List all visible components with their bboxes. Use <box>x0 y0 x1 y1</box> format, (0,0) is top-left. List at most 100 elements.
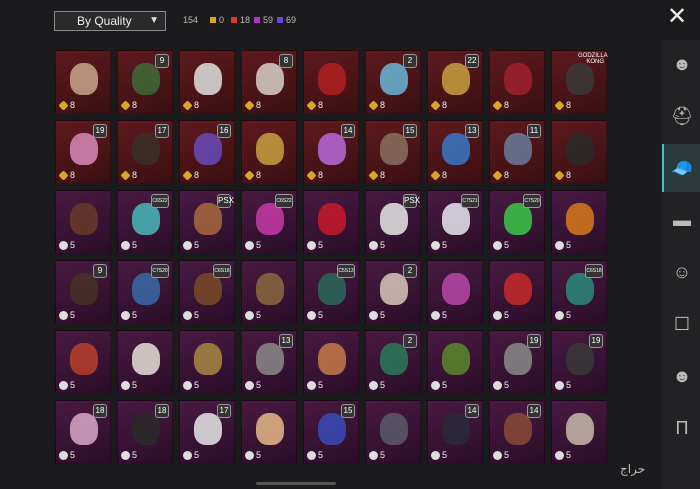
pants-tab[interactable]: Π <box>662 404 700 452</box>
item-badge: 14 <box>527 404 541 418</box>
cloud-icon <box>369 380 378 390</box>
item-quantity-value: 5 <box>70 450 76 460</box>
inventory-item[interactable]: C7S20 5 <box>117 260 173 324</box>
inventory-item[interactable]: 8 <box>551 120 607 184</box>
inventory-item[interactable]: 5 <box>241 400 297 464</box>
close-icon[interactable]: ✕ <box>666 5 688 29</box>
quality-filter-dropdown[interactable]: By Quality ▼ <box>54 11 166 31</box>
inventory-item[interactable]: 16 8 <box>179 120 235 184</box>
inventory-item[interactable]: 5 <box>55 190 111 254</box>
diamond-icon <box>430 99 441 111</box>
inventory-item[interactable]: 8 <box>55 50 111 114</box>
face-tab[interactable]: ☺ <box>662 248 700 296</box>
inventory-item[interactable]: 15 5 <box>303 400 359 464</box>
inventory-item[interactable]: C6S22 5 <box>241 190 297 254</box>
inventory-item[interactable]: 18 5 <box>55 400 111 464</box>
inventory-item[interactable]: 8 <box>303 50 359 114</box>
item-image <box>566 203 594 235</box>
inventory-item[interactable]: 18 5 <box>117 400 173 464</box>
inventory-item[interactable]: 28 <box>365 50 421 114</box>
inventory-item[interactable]: PSX 5 <box>179 190 235 254</box>
cloud-icon <box>493 240 502 250</box>
item-quantity: 5 <box>245 240 261 250</box>
inventory-item[interactable]: 13 8 <box>427 120 483 184</box>
inventory-item[interactable]: 5 <box>427 330 483 394</box>
count-purple: 69 <box>277 15 296 25</box>
inventory-item[interactable]: GODZILLA KONG 8 <box>551 50 608 114</box>
inventory-item[interactable]: 19 8 <box>55 120 111 184</box>
inventory-item[interactable]: 5 <box>489 260 545 324</box>
item-quantity: 8 <box>182 169 199 181</box>
head-tab[interactable]: ☻ <box>662 40 700 88</box>
item-quantity-value: 5 <box>256 450 262 460</box>
inventory-item[interactable]: 95 <box>55 260 111 324</box>
inventory-item[interactable]: 14 8 <box>303 120 359 184</box>
inventory-item[interactable]: 8 <box>179 50 235 114</box>
inventory-item[interactable]: 13 5 <box>241 330 297 394</box>
inventory-item[interactable]: 98 <box>117 50 173 114</box>
cloud-icon <box>369 310 378 320</box>
item-badge: 18 <box>155 404 169 418</box>
diamond-icon <box>492 99 503 111</box>
inventory-item[interactable]: 19 5 <box>489 330 545 394</box>
item-quantity-value: 8 <box>256 100 262 110</box>
inventory-item[interactable]: C6S18 5 <box>179 260 235 324</box>
inventory-item[interactable]: C7S20 5 <box>489 190 545 254</box>
glasses-tab[interactable]: ▬ <box>662 196 700 244</box>
inventory-item[interactable]: 17 5 <box>179 400 235 464</box>
item-quantity-value: 5 <box>318 310 324 320</box>
item-badge: 2 <box>403 54 417 68</box>
inventory-item[interactable]: 5 <box>551 190 607 254</box>
inventory-item[interactable]: 5 <box>551 400 607 464</box>
inventory-item[interactable]: C5S13 5 <box>303 260 359 324</box>
inventory-item[interactable]: 5 <box>179 330 235 394</box>
item-badge: 15 <box>403 124 417 138</box>
inventory-item[interactable]: 25 <box>365 330 421 394</box>
helmet-tab[interactable]: ⛑ <box>662 92 700 140</box>
item-quantity-value: 8 <box>70 100 76 110</box>
item-image <box>318 133 346 165</box>
item-badge: 17 <box>155 124 169 138</box>
inventory-item[interactable]: 5 <box>303 190 359 254</box>
inventory-item[interactable]: 25 <box>365 260 421 324</box>
inventory-item[interactable]: 11 8 <box>489 120 545 184</box>
cloud-icon <box>307 240 316 250</box>
inventory-item[interactable]: 14 5 <box>489 400 545 464</box>
item-image <box>504 343 532 375</box>
inventory-item[interactable]: C7S21 5 <box>427 190 483 254</box>
mask-tab[interactable]: ☻ <box>662 352 700 400</box>
cloud-icon <box>431 380 440 390</box>
inventory-item[interactable]: C6S22 5 <box>117 190 173 254</box>
hat-tab[interactable]: 🧢 <box>662 144 700 192</box>
inventory-grid: 8 9 8 8 8 8 8 2 8 22 8 8 GODZILLA KONG 8 19 8 17 8 16 8 8 14 8… <box>50 46 616 476</box>
inventory-item[interactable]: 8 <box>241 120 297 184</box>
inventory-item[interactable]: 19 5 <box>551 330 607 394</box>
inventory-item[interactable]: 17 8 <box>117 120 173 184</box>
inventory-item[interactable]: 88 <box>241 50 297 114</box>
item-badge: 9 <box>93 264 107 278</box>
inventory-item[interactable]: 5 <box>55 330 111 394</box>
item-quantity-value: 5 <box>442 240 448 250</box>
inventory-item[interactable]: 15 8 <box>365 120 421 184</box>
inventory-item[interactable]: C6S18 5 <box>551 260 607 324</box>
cloud-icon <box>183 450 192 460</box>
item-image <box>566 343 594 375</box>
inventory-item[interactable]: 5 <box>303 330 359 394</box>
inventory-item[interactable]: 5 <box>427 260 483 324</box>
inventory-item[interactable]: 8 <box>489 50 545 114</box>
top-tab[interactable]: ☐ <box>662 300 700 348</box>
scroll-indicator[interactable] <box>256 482 336 485</box>
inventory-item[interactable]: 5 <box>117 330 173 394</box>
item-quantity: 5 <box>307 380 323 390</box>
inventory-item[interactable]: 22 8 <box>427 50 483 114</box>
item-quantity: 8 <box>120 169 137 181</box>
item-badge: 11 <box>527 124 541 138</box>
inventory-item[interactable]: 5 <box>365 400 421 464</box>
inventory-item[interactable]: 5 <box>241 260 297 324</box>
item-image <box>442 343 470 375</box>
diamond-icon <box>492 169 503 181</box>
inventory-item[interactable]: PSX 5 <box>365 190 421 254</box>
item-image <box>132 413 160 445</box>
inventory-item[interactable]: 14 5 <box>427 400 483 464</box>
diamond-icon <box>554 169 565 181</box>
